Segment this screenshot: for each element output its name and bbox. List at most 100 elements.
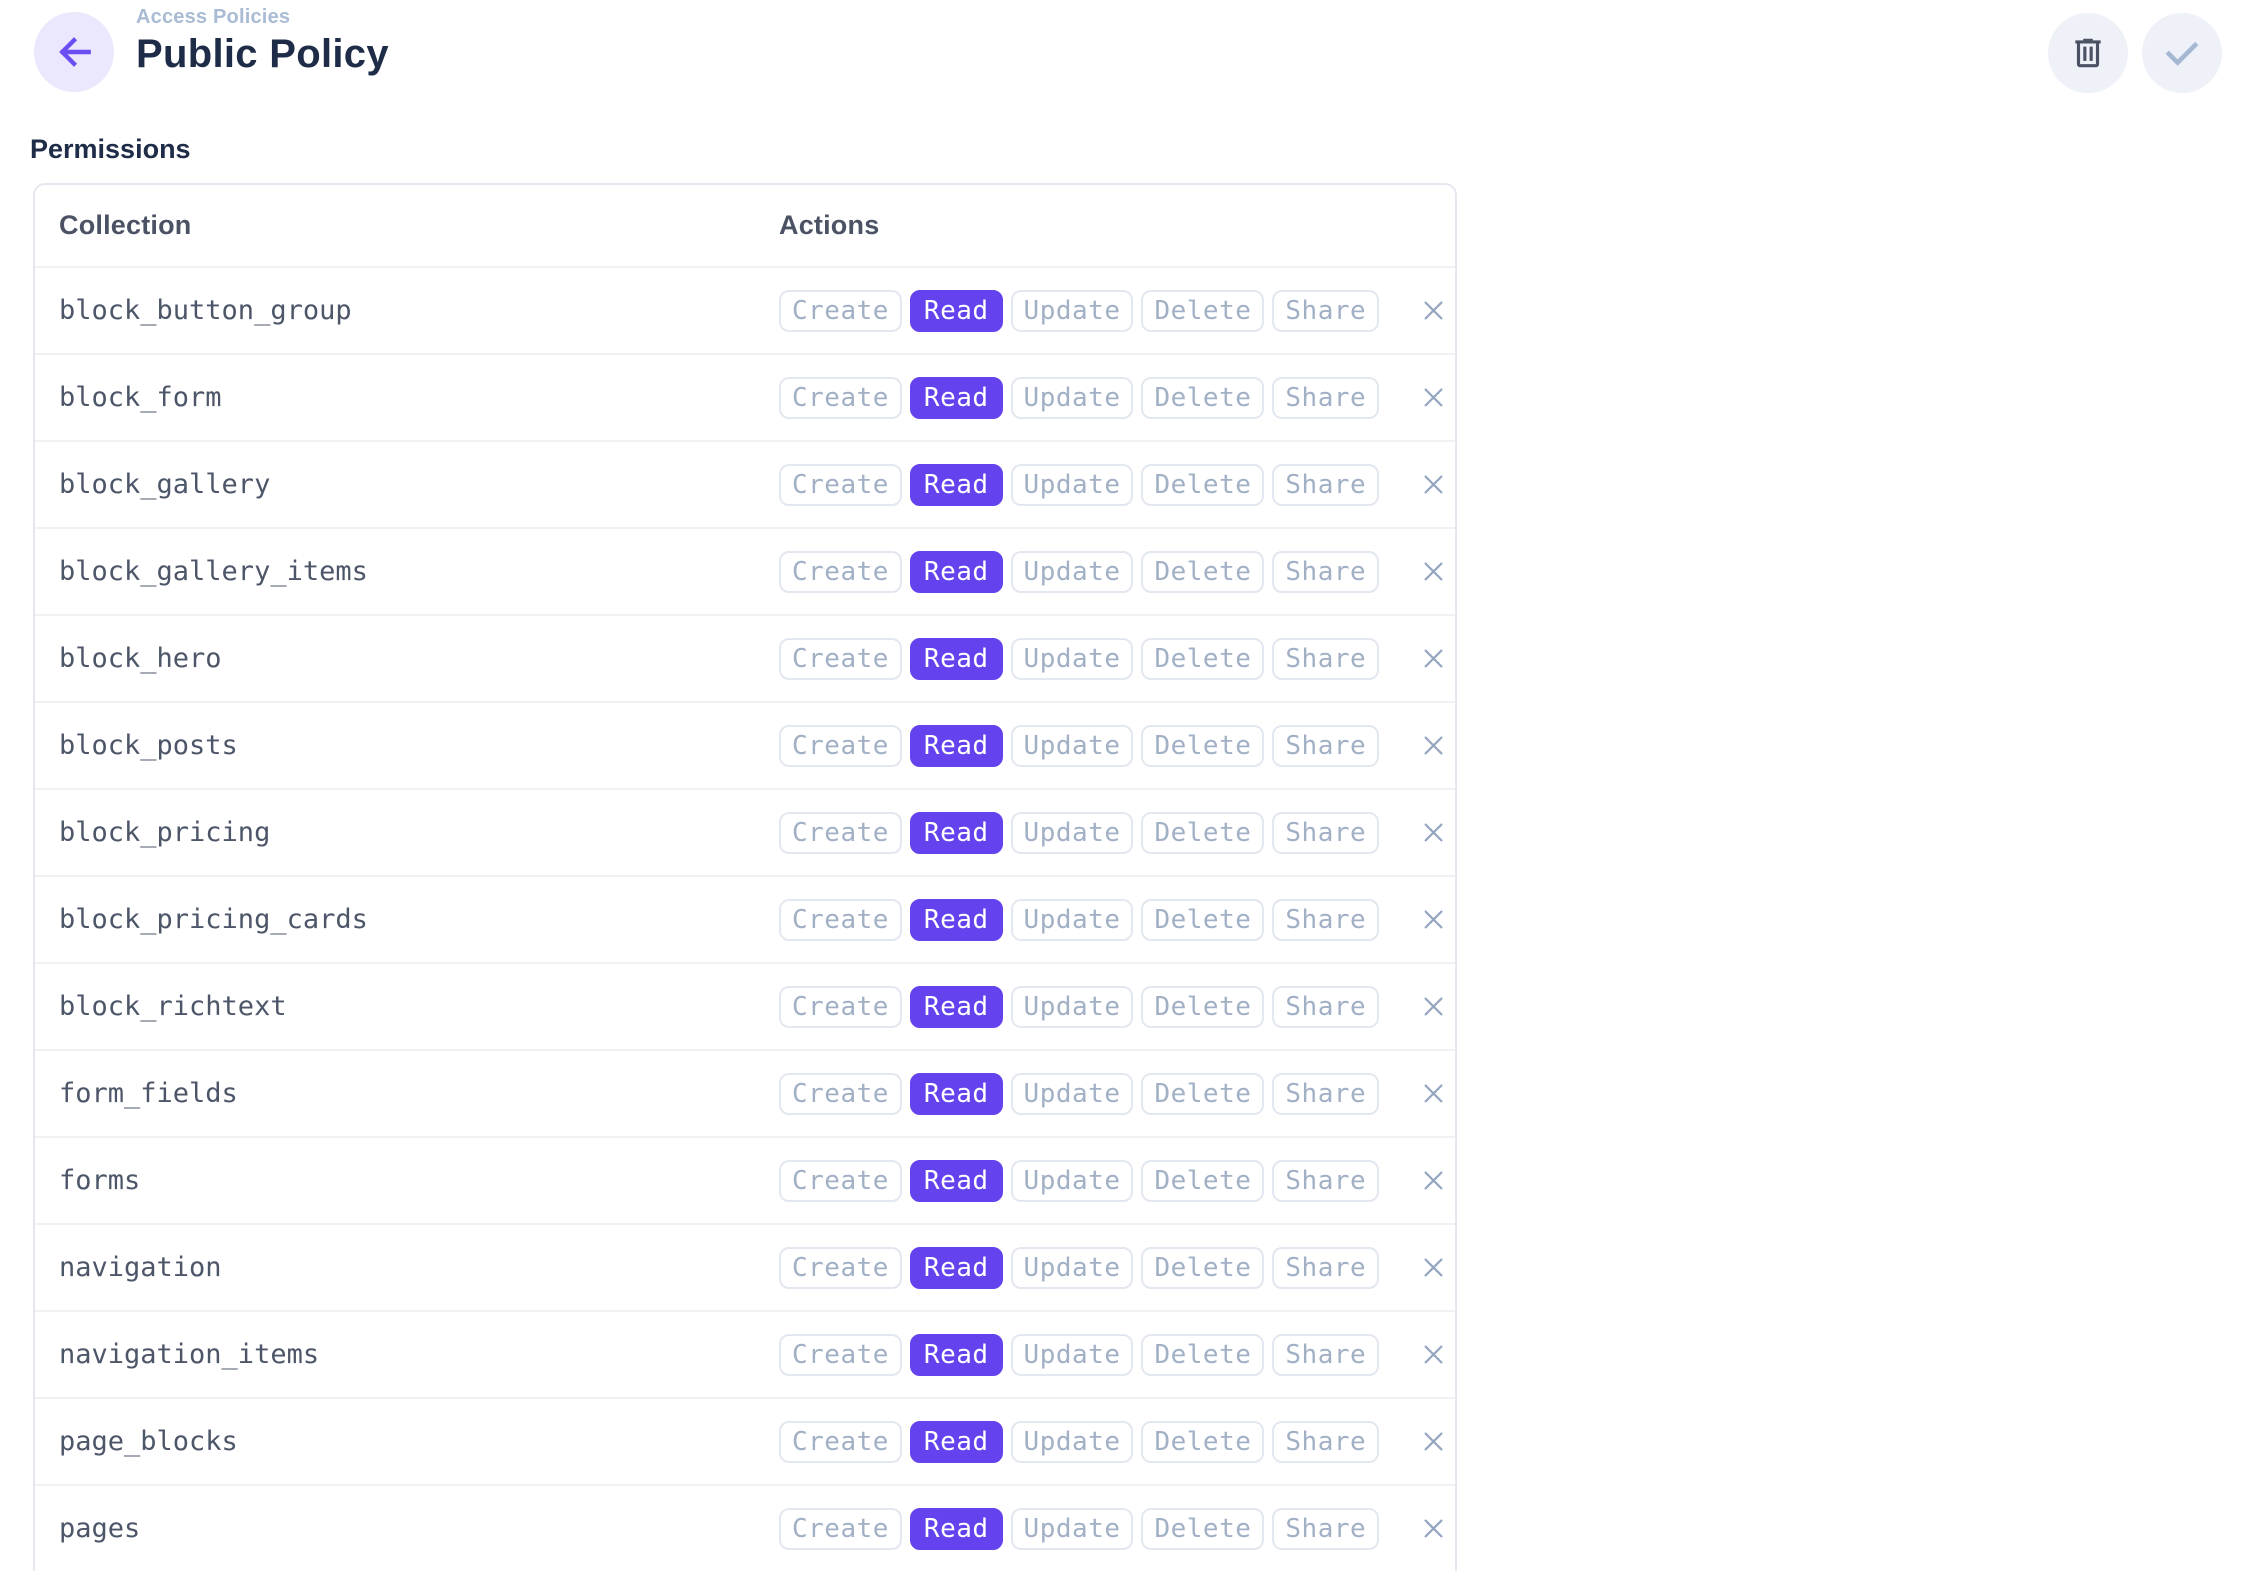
action-delete-button[interactable]: Delete [1141,551,1264,593]
remove-permission-button[interactable] [1413,1422,1453,1462]
action-update-button[interactable]: Update [1011,986,1134,1028]
remove-permission-button[interactable] [1413,1074,1453,1114]
remove-permission-button[interactable] [1413,813,1453,853]
x-close-icon [1420,993,1447,1020]
action-read-button[interactable]: Read [910,899,1003,941]
action-update-button[interactable]: Update [1011,551,1134,593]
remove-permission-button[interactable] [1413,291,1453,331]
action-create-button[interactable]: Create [779,1073,902,1115]
action-update-button[interactable]: Update [1011,464,1134,506]
action-update-button[interactable]: Update [1011,377,1134,419]
remove-permission-button[interactable] [1413,1335,1453,1375]
action-update-button[interactable]: Update [1011,1421,1134,1463]
table-body: block_button_group CreateReadUpdateDelet… [35,266,1455,1571]
action-read-button[interactable]: Read [910,290,1003,332]
action-share-button[interactable]: Share [1272,899,1379,941]
action-delete-button[interactable]: Delete [1141,1421,1264,1463]
action-update-button[interactable]: Update [1011,1508,1134,1550]
delete-policy-button[interactable] [2048,13,2128,93]
remove-permission-button[interactable] [1413,1509,1453,1549]
action-share-button[interactable]: Share [1272,1247,1379,1289]
row-actions: CreateReadUpdateDeleteShare [779,638,1455,680]
action-delete-button[interactable]: Delete [1141,377,1264,419]
action-create-button[interactable]: Create [779,464,902,506]
action-share-button[interactable]: Share [1272,377,1379,419]
action-create-button[interactable]: Create [779,377,902,419]
action-share-button[interactable]: Share [1272,725,1379,767]
action-delete-button[interactable]: Delete [1141,1247,1264,1289]
action-create-button[interactable]: Create [779,1508,902,1550]
action-delete-button[interactable]: Delete [1141,1334,1264,1376]
action-read-button[interactable]: Read [910,377,1003,419]
action-read-button[interactable]: Read [910,1247,1003,1289]
action-read-button[interactable]: Read [910,725,1003,767]
action-update-button[interactable]: Update [1011,899,1134,941]
action-delete-button[interactable]: Delete [1141,899,1264,941]
action-delete-button[interactable]: Delete [1141,812,1264,854]
action-share-button[interactable]: Share [1272,464,1379,506]
action-create-button[interactable]: Create [779,1160,902,1202]
action-create-button[interactable]: Create [779,899,902,941]
action-share-button[interactable]: Share [1272,812,1379,854]
remove-permission-button[interactable] [1413,900,1453,940]
x-close-icon [1420,732,1447,759]
action-read-button[interactable]: Read [910,551,1003,593]
action-delete-button[interactable]: Delete [1141,290,1264,332]
action-read-button[interactable]: Read [910,464,1003,506]
row-actions: CreateReadUpdateDeleteShare [779,812,1455,854]
action-delete-button[interactable]: Delete [1141,1073,1264,1115]
action-update-button[interactable]: Update [1011,1160,1134,1202]
remove-permission-button[interactable] [1413,552,1453,592]
page-header: Access Policies Public Policy [136,6,389,77]
action-create-button[interactable]: Create [779,638,902,680]
remove-permission-button[interactable] [1413,726,1453,766]
remove-permission-button[interactable] [1413,987,1453,1027]
action-update-button[interactable]: Update [1011,290,1134,332]
action-update-button[interactable]: Update [1011,1334,1134,1376]
action-create-button[interactable]: Create [779,725,902,767]
save-button[interactable] [2142,13,2222,93]
action-create-button[interactable]: Create [779,1421,902,1463]
action-delete-button[interactable]: Delete [1141,725,1264,767]
action-delete-button[interactable]: Delete [1141,464,1264,506]
action-share-button[interactable]: Share [1272,1421,1379,1463]
action-share-button[interactable]: Share [1272,1073,1379,1115]
action-read-button[interactable]: Read [910,812,1003,854]
back-button[interactable] [34,12,114,92]
action-read-button[interactable]: Read [910,638,1003,680]
action-update-button[interactable]: Update [1011,638,1134,680]
action-share-button[interactable]: Share [1272,551,1379,593]
action-read-button[interactable]: Read [910,1334,1003,1376]
action-share-button[interactable]: Share [1272,986,1379,1028]
action-create-button[interactable]: Create [779,1247,902,1289]
action-read-button[interactable]: Read [910,1073,1003,1115]
remove-permission-button[interactable] [1413,378,1453,418]
remove-permission-button[interactable] [1413,639,1453,679]
action-share-button[interactable]: Share [1272,1160,1379,1202]
action-create-button[interactable]: Create [779,551,902,593]
action-update-button[interactable]: Update [1011,725,1134,767]
remove-permission-button[interactable] [1413,1248,1453,1288]
action-read-button[interactable]: Read [910,1421,1003,1463]
action-read-button[interactable]: Read [910,1508,1003,1550]
action-share-button[interactable]: Share [1272,290,1379,332]
collection-name: navigation_items [35,1339,779,1370]
action-read-button[interactable]: Read [910,1160,1003,1202]
action-create-button[interactable]: Create [779,986,902,1028]
action-delete-button[interactable]: Delete [1141,1160,1264,1202]
action-delete-button[interactable]: Delete [1141,986,1264,1028]
action-delete-button[interactable]: Delete [1141,1508,1264,1550]
action-share-button[interactable]: Share [1272,638,1379,680]
action-share-button[interactable]: Share [1272,1508,1379,1550]
action-read-button[interactable]: Read [910,986,1003,1028]
action-delete-button[interactable]: Delete [1141,638,1264,680]
action-update-button[interactable]: Update [1011,1073,1134,1115]
action-update-button[interactable]: Update [1011,812,1134,854]
remove-permission-button[interactable] [1413,1161,1453,1201]
action-create-button[interactable]: Create [779,812,902,854]
action-update-button[interactable]: Update [1011,1247,1134,1289]
action-create-button[interactable]: Create [779,1334,902,1376]
action-share-button[interactable]: Share [1272,1334,1379,1376]
remove-permission-button[interactable] [1413,465,1453,505]
action-create-button[interactable]: Create [779,290,902,332]
